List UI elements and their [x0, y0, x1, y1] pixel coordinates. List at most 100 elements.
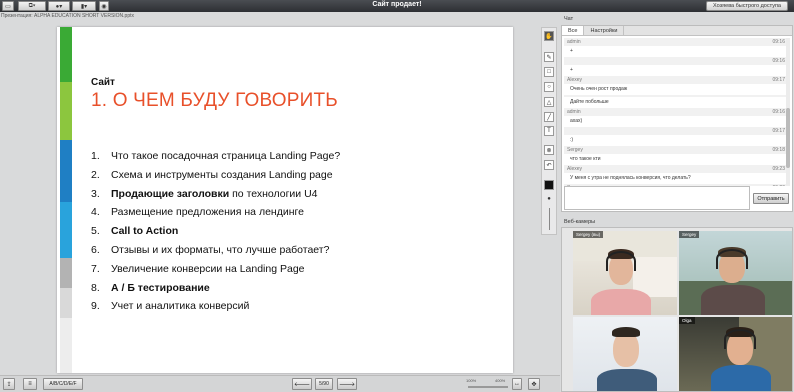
slide-list-item: 9. Учет и аналитика конверсий [91, 300, 250, 313]
stripe-4 [60, 202, 72, 258]
thickness-icon[interactable]: ● [545, 194, 553, 204]
webcams-header: Веб-камеры [564, 219, 596, 225]
pencil-icon[interactable]: ✎ [544, 52, 554, 62]
message-text: ахах) [570, 118, 583, 124]
slide-list-item: 1. Что такое посадочная страница Landing … [91, 150, 341, 162]
hand-icon[interactable]: ✋ [544, 31, 554, 41]
message-time: 09:17 [772, 128, 785, 134]
slide-list-item: 8. А / Б тестирование [91, 281, 210, 294]
chat-scrollbar[interactable] [786, 38, 790, 186]
color-swatch[interactable] [544, 180, 554, 190]
webcam-label: Olga [679, 317, 695, 324]
message-time: 09:16 [772, 109, 785, 115]
message-text: У меня с утра не поднялась конверсия, чт… [570, 175, 691, 181]
chat-input[interactable] [564, 186, 750, 210]
drawing-toolbar: ✋ ✎ □ ○ △ ╱ T ⊗ ↶ ● [541, 27, 557, 235]
presentation-label: Презентация: ALPHA EDUCATION SHORT VERSI… [1, 13, 135, 19]
message-author: Sergey [567, 147, 583, 153]
fit-icon[interactable]: ↔ [512, 378, 522, 390]
message-author: admin [567, 109, 581, 115]
page-counter[interactable]: 5/90 [315, 378, 333, 390]
chat-message: 09:17:) [564, 127, 788, 146]
chat-header: Чат [564, 16, 574, 22]
chat-messages: admin 09:16 +09:16 + Alexey 09:17 Очень очен р… [564, 38, 788, 186]
stripe-3 [60, 140, 72, 202]
stripe-5 [60, 258, 72, 288]
stripe-2 [60, 82, 72, 140]
text-icon[interactable]: T [544, 126, 554, 136]
slide-title: 1. О ЧЕМ БУДУ ГОВОРИТЬ [91, 90, 338, 111]
webcam-label: Sergey [679, 231, 700, 238]
triangle-icon[interactable]: △ [544, 97, 554, 107]
chat-message: Дайте побольше [564, 95, 788, 108]
message-text: + [570, 48, 573, 54]
send-button[interactable]: Отправить [753, 193, 789, 204]
window-title: Сайт продает! [372, 1, 422, 8]
chat-panel: Все Настройки admin 09:16 +09:16 + Alexey 09:… [561, 25, 793, 212]
slide-subtitle: Сайт [91, 77, 115, 88]
thickness-slider[interactable] [549, 208, 550, 230]
message-time: 09:17 [772, 77, 785, 83]
webcam-video: Olga [679, 317, 792, 391]
mic-button[interactable]: ●▾ [48, 1, 70, 11]
webcam-label: Sergey (вы) [573, 231, 604, 238]
chat-message: 09:16 + [564, 57, 788, 76]
volume-button[interactable]: ▮▾ [72, 1, 96, 11]
zoom-slider[interactable] [468, 386, 508, 388]
upload-icon[interactable]: ⇪ [3, 378, 15, 390]
chat-message: Alexey 09:23 У меня с утра не поднялась ко… [564, 165, 788, 184]
stripe-6 [60, 288, 72, 318]
fullscreen-icon[interactable]: ✥ [528, 378, 540, 390]
message-author: Alexey [567, 166, 583, 172]
slide-canvas: Сайт 1. О ЧЕМ БУДУ ГОВОРИТЬ 1. Что такое … [57, 27, 513, 373]
next-slide-button[interactable]: 🡒 [337, 378, 357, 390]
clear-icon[interactable]: ⊗ [544, 145, 554, 155]
circle-icon[interactable]: ○ [544, 82, 554, 92]
undo-icon[interactable]: ↶ [544, 160, 554, 170]
webcams-panel: Sergey (вы) Sergey admin Olga [561, 227, 793, 392]
bottom-bar: ⇪ ≡ A/B/C/D/E/F 🡐 5/90 🡒 100% 400% ↔ ✥ [0, 375, 560, 392]
prev-slide-button[interactable]: 🡐 [292, 378, 312, 390]
slide-list-item: 6. Отзывы и их форматы, что лучше работае… [91, 243, 330, 256]
stripe-1 [60, 27, 72, 82]
tab-all[interactable]: Все [562, 26, 585, 35]
layout-icon[interactable]: ≡ [23, 378, 37, 390]
message-time: 09:16 [772, 58, 785, 64]
message-time: 09:20 [772, 185, 785, 186]
line-icon[interactable]: ╱ [544, 112, 554, 122]
message-author: admin [567, 39, 581, 45]
stripe-7 [60, 318, 72, 373]
message-time: 09:23 [772, 166, 785, 172]
rectangle-icon[interactable]: □ [544, 67, 554, 77]
zoom-min-label: 100% [466, 378, 477, 383]
message-time: 09:18 [772, 147, 785, 153]
zoom-max-label: 400% [495, 378, 506, 383]
chat-message: admin 09:16 ахах) [564, 108, 788, 127]
share-screen-button[interactable]: ⧉▾ [18, 1, 46, 11]
tab-settings[interactable]: Настройки [584, 26, 625, 35]
chat-message: Alexey 09:17 Очень очен рост продаж [564, 76, 788, 95]
slide-list-item: 7. Увеличение конверсии на Landing Page [91, 262, 305, 275]
slide-list-item: 2. Схема и инструменты создания Landing p… [91, 168, 333, 181]
chat-message: admin 09:16 + [564, 38, 788, 57]
message-text: :) [570, 137, 574, 143]
quick-access-button[interactable]: Хозяева быстрого доступа [706, 1, 788, 11]
message-time: 09:16 [772, 39, 785, 45]
slide-list: 1. Что такое посадочная страница Landing … [91, 150, 340, 319]
webcam-video: Sergey (вы) [573, 231, 677, 315]
webcam-video: admin [573, 317, 677, 391]
top-bar: ▭ ⧉▾ ●▾ ▮▾ ◉ Сайт продает! Хозяева быстр… [0, 0, 794, 12]
message-author: Alexey [567, 77, 583, 83]
chat-tabs: Все Настройки [562, 26, 792, 36]
slide-list-item: 3. Продающие заголовки по технологии U4 [91, 187, 318, 200]
message-text: + [570, 67, 573, 73]
webcam-video: Sergey [679, 231, 792, 315]
chat-message: Sergey 09:18 что такое кти [564, 146, 788, 165]
message-text: Очень очен рост продаж [570, 86, 628, 92]
screen-icon[interactable]: ▭ [2, 1, 14, 11]
layout-select[interactable]: A/B/C/D/E/F [43, 378, 83, 390]
slide-list-item: 4. Размещение предложения на лендинге [91, 206, 304, 219]
message-text: Дайте побольше [570, 99, 609, 105]
slide-list-item: 5. Call to Action [91, 225, 179, 238]
record-icon[interactable]: ◉ [99, 1, 109, 11]
